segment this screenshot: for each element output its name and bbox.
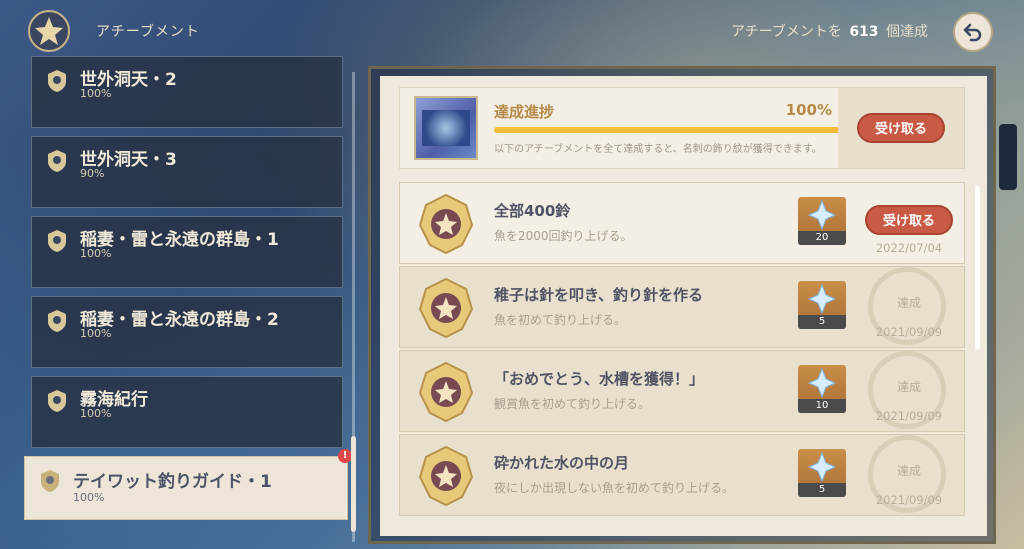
achievement-row: 「おめでとう、水槽を獲得！」 観賞魚を初めて釣り上げる。 10 達成 2021/… — [399, 350, 965, 432]
summary-progress-bar — [494, 127, 848, 133]
achievement-medal-icon — [418, 445, 474, 507]
category-progress: 100% — [80, 327, 112, 340]
summary-description: 以下のアチーブメントを全て達成すると、名刺の飾り紋が獲得できます。 — [494, 144, 822, 155]
reward-quantity: 20 — [798, 231, 846, 245]
page-title: アチーブメント — [96, 24, 200, 40]
category-progress: 100% — [73, 491, 105, 504]
reward-box: 20 — [798, 197, 846, 245]
category-medal-icon — [48, 390, 66, 412]
achievement-scrollbar[interactable] — [975, 186, 980, 350]
completion-summary: 達成進捗 100% 以下のアチーブメントを全て達成すると、名刺の飾り紋が獲得でき… — [399, 87, 965, 169]
achievement-name: 「おめでとう、水槽を獲得！」 — [494, 370, 705, 388]
category-medal-icon — [48, 310, 66, 332]
achievement-medal-icon — [418, 361, 474, 423]
category-scrollbar-thumb[interactable] — [351, 436, 356, 532]
achievement-row: 稚子は針を叩き、釣り針を作る 魚を初めて釣り上げる。 5 達成 2021/09/… — [399, 266, 965, 348]
achievement-date: 2021/09/09 — [875, 493, 943, 507]
count-prefix: アチーブメントを — [730, 24, 842, 40]
achievement-row: 砕かれた水の中の月 夜にしか出現しない魚を初めて釣り上げる。 5 達成 2021… — [399, 434, 965, 516]
achievement-date: 2022/07/04 — [875, 241, 943, 255]
category-list: 世外洞天・2 100% 世外洞天・3 90% 稲妻・雷と永遠の群島・1 100%… — [0, 56, 360, 549]
primogem-icon — [808, 452, 836, 482]
side-tab — [999, 124, 1017, 190]
category-medal-icon — [48, 70, 66, 92]
achievement-name: 稚子は針を叩き、釣り針を作る — [494, 286, 703, 304]
back-button[interactable] — [953, 12, 993, 52]
category-medal-icon — [41, 470, 59, 492]
namecard-image — [414, 96, 478, 160]
summary-side: 受け取る — [838, 88, 964, 168]
achievement-status: 達成 2021/09/09 — [854, 435, 964, 515]
category-medal-icon — [48, 230, 66, 252]
summary-progress-fill — [494, 127, 848, 133]
category-progress: 90% — [80, 167, 105, 180]
achievement-row: 全部400鈴 魚を2000回釣り上げる。 20 受け取る 2022/07/04 — [399, 182, 965, 264]
category-name: テイワット釣りガイド・1 — [73, 472, 272, 492]
category-item[interactable]: 世外洞天・3 90% — [31, 136, 343, 208]
category-item[interactable]: 世外洞天・2 100% — [31, 56, 343, 128]
achievement-date: 2021/09/09 — [875, 325, 943, 339]
achievement-trophy-icon — [28, 10, 70, 52]
completed-label: 達成 — [896, 296, 921, 310]
header: アチーブメント アチーブメントを 613 個達成 — [0, 0, 1024, 64]
reward-box: 5 — [798, 449, 846, 497]
alert-badge: ! — [338, 449, 352, 463]
category-item-selected[interactable]: テイワット釣りガイド・1 100% ! — [24, 449, 352, 520]
primogem-icon — [808, 284, 836, 314]
category-medal-icon — [48, 150, 66, 172]
count-suffix: 個達成 — [886, 24, 928, 40]
achievement-desc: 観賞魚を初めて釣り上げる。 — [494, 397, 651, 411]
claim-button[interactable]: 受け取る — [865, 205, 953, 235]
achievement-name: 全部400鈴 — [494, 202, 571, 220]
reward-quantity: 10 — [798, 399, 846, 413]
back-arrow-icon — [963, 23, 982, 42]
claim-button[interactable]: 受け取る — [857, 113, 945, 143]
achievement-status: 達成 2021/09/09 — [854, 267, 964, 347]
achievement-status: 受け取る 2022/07/04 — [854, 183, 964, 263]
achievement-date: 2021/09/09 — [875, 409, 943, 423]
achievement-count: アチーブメントを 613 個達成 — [731, 21, 928, 41]
summary-percent: 100% — [785, 101, 832, 119]
achievement-desc: 夜にしか出現しない魚を初めて釣り上げる。 — [494, 481, 735, 495]
completed-label: 達成 — [896, 464, 921, 478]
reward-box: 10 — [798, 365, 846, 413]
achievement-panel: 達成進捗 100% 以下のアチーブメントを全て達成すると、名刺の飾り紋が獲得でき… — [380, 76, 987, 536]
completed-label: 達成 — [896, 380, 921, 394]
reward-quantity: 5 — [798, 483, 846, 497]
achievement-desc: 魚を2000回釣り上げる。 — [494, 229, 633, 243]
reward-quantity: 5 — [798, 315, 846, 329]
achievement-medal-icon — [418, 277, 474, 339]
reward-box: 5 — [798, 281, 846, 329]
category-progress: 100% — [80, 87, 112, 100]
primogem-icon — [808, 200, 836, 230]
achievement-medal-icon — [418, 193, 474, 255]
achievement-status: 達成 2021/09/09 — [854, 351, 964, 431]
category-progress: 100% — [80, 247, 112, 260]
category-item[interactable]: 霧海紀行 100% — [31, 376, 343, 448]
summary-title: 達成進捗 — [494, 103, 555, 121]
achievement-desc: 魚を初めて釣り上げる。 — [494, 313, 627, 327]
category-item[interactable]: 稲妻・雷と永遠の群島・2 100% — [31, 296, 343, 368]
count-value: 613 — [849, 24, 879, 40]
achievement-name: 砕かれた水の中の月 — [494, 454, 630, 472]
category-item[interactable]: 稲妻・雷と永遠の群島・1 100% — [31, 216, 343, 288]
primogem-icon — [808, 368, 836, 398]
category-progress: 100% — [80, 407, 112, 420]
